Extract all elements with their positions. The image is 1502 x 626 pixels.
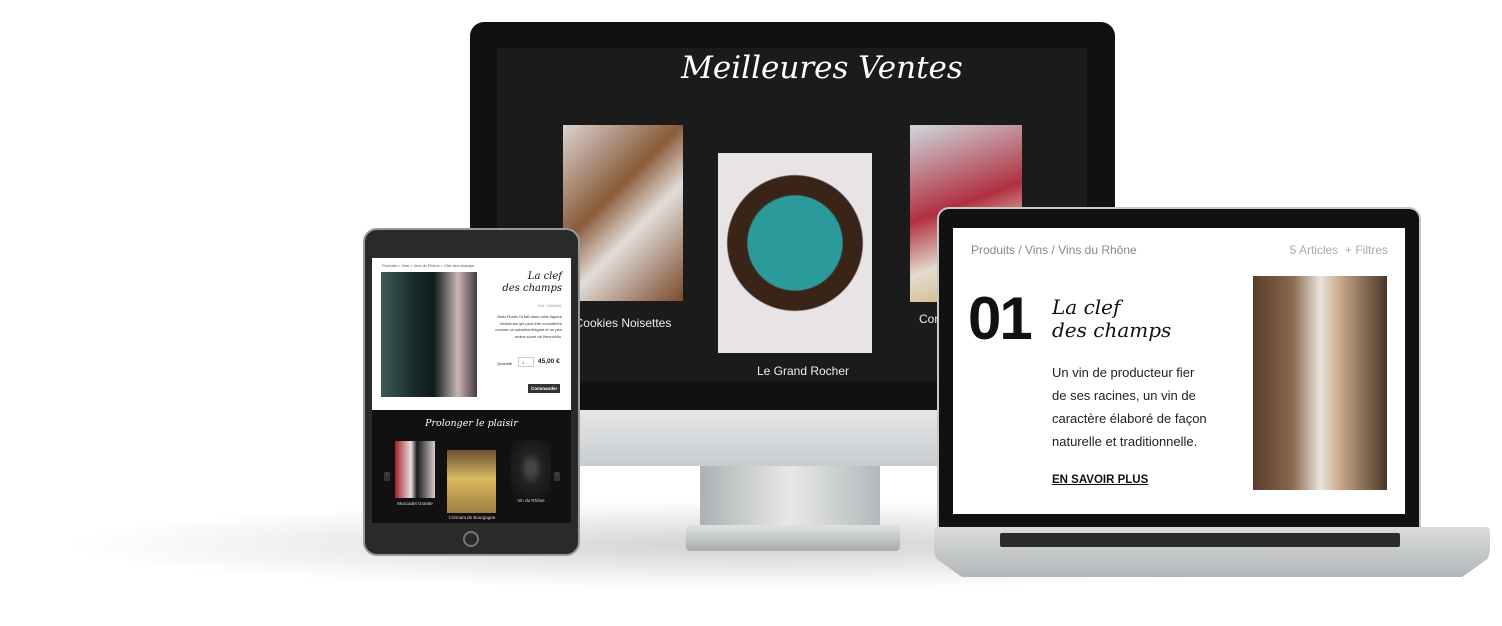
product-label[interactable]: Le Grand Rocher (718, 364, 888, 378)
articles-count: 5 Articles (1289, 243, 1339, 257)
laptop-product-image (1253, 276, 1387, 490)
laptop-keyboard (1000, 533, 1400, 547)
filters-button[interactable]: + Filtres (1345, 243, 1388, 257)
carousel-next-icon[interactable]: › (554, 472, 560, 481)
tablet-breadcrumb[interactable]: Produits > Vins > Vins du Rhône > Clef d… (382, 263, 474, 268)
order-button[interactable]: Commander (528, 384, 561, 393)
product-image-chocolates[interactable] (718, 153, 872, 353)
breadcrumb-item[interactable]: Vins du Rhône (1058, 243, 1137, 257)
monitor-stand (700, 466, 880, 528)
laptop-product-title: La clef des champs (1052, 295, 1172, 342)
related-image[interactable] (395, 441, 435, 498)
tablet-home-button (463, 531, 479, 547)
laptop-breadcrumb: Produits / Vins / Vins du Rhône (971, 243, 1137, 257)
product-image-cookies[interactable] (563, 125, 683, 301)
related-label[interactable]: Crémant de Bourgogne (437, 515, 507, 520)
tablet-description: Niels Rodin l'a fait dans cette liqueur … (495, 314, 562, 339)
related-title: Prolonger le plaisir (425, 418, 518, 429)
product-number: 01 (968, 285, 1033, 352)
carousel-prev-icon[interactable]: ‹ (384, 472, 390, 481)
quantity-label: Quantité (497, 361, 513, 366)
best-sellers-title: Meilleures Ventes (681, 50, 963, 86)
breadcrumb-item[interactable]: Vins (1025, 243, 1048, 257)
related-label[interactable]: Muscadet Granite (385, 501, 445, 506)
related-image[interactable] (447, 450, 496, 513)
related-image[interactable] (511, 440, 551, 497)
learn-more-link[interactable]: EN SAVOIR PLUS (1052, 474, 1148, 486)
related-label[interactable]: Vin du Rhône (501, 498, 561, 503)
tablet-product-title: La clef des champs (502, 271, 562, 294)
tablet-ref: Ref. 1006661 (537, 303, 562, 308)
breadcrumb-item[interactable]: Produits (971, 243, 1015, 257)
tablet-price: 45,00 € (538, 358, 560, 365)
monitor-foot (686, 525, 900, 551)
laptop-description: Un vin de producteur fier de ses racines… (1052, 365, 1207, 449)
tablet-product-image (381, 272, 477, 397)
quantity-stepper[interactable]: 1 (518, 357, 534, 367)
